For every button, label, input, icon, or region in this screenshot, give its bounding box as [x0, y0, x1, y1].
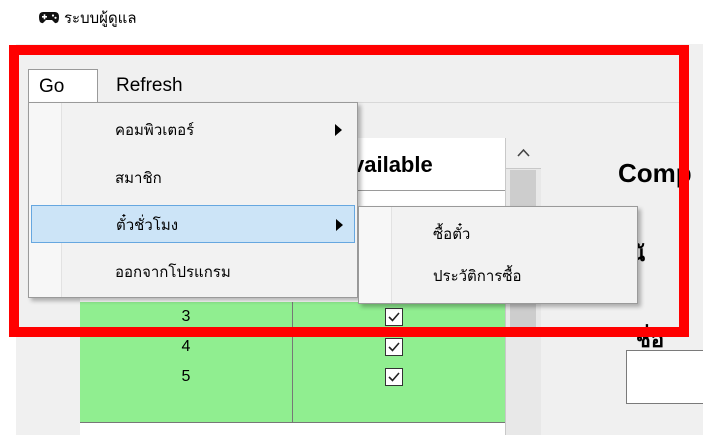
- title-bar: ระบบผู้ดูแล: [0, 0, 703, 44]
- menu-item-buy-ticket[interactable]: ซื้อตั๋ว: [361, 215, 635, 253]
- menu-bar: Go Refresh: [28, 69, 679, 103]
- available-cell[interactable]: [293, 392, 505, 423]
- available-checkbox[interactable]: [385, 368, 403, 386]
- go-dropdown-menu: คอมพิวเตอร์ สมาชิก ตั๋วชั่วโมง ออกจากโปร…: [28, 102, 358, 298]
- menu-item-label: คอมพิวเตอร์: [115, 121, 195, 139]
- name-input[interactable]: [626, 350, 703, 404]
- table-row[interactable]: [80, 392, 505, 423]
- menu-item-purchase-history[interactable]: ประวัติการซื้อ: [361, 257, 635, 295]
- window-title: ระบบผู้ดูแล: [64, 9, 137, 27]
- submenu-arrow-icon: [336, 219, 343, 231]
- available-cell[interactable]: [293, 362, 505, 393]
- menu-item-label: ซื้อตั๋ว: [433, 225, 471, 243]
- menu-item-label: ประวัติการซื้อ: [433, 267, 522, 285]
- menu-item-label: ตั๋วชั่วโมง: [116, 216, 179, 234]
- menu-item-computer[interactable]: คอมพิวเตอร์: [31, 111, 355, 149]
- table-row[interactable]: 5: [80, 362, 505, 393]
- menu-item-label: ออกจากโปรแกรม: [115, 263, 231, 281]
- menu-item-hour-ticket[interactable]: ตั๋วชั่วโมง: [31, 205, 355, 243]
- menu-item-label: สมาชิก: [115, 169, 162, 187]
- menu-item-members[interactable]: สมาชิก: [31, 159, 355, 197]
- available-checkbox[interactable]: [385, 338, 403, 356]
- row-number: 5: [80, 362, 293, 393]
- menu-go[interactable]: Go: [28, 69, 98, 102]
- menu-item-exit[interactable]: ออกจากโปรแกรม: [31, 253, 355, 291]
- row-number: [80, 392, 293, 423]
- submenu-arrow-icon: [335, 124, 342, 136]
- gamepad-icon: [39, 12, 59, 24]
- ticket-submenu: ซื้อตั๋ว ประวัติการซื้อ: [358, 206, 638, 304]
- menu-refresh[interactable]: Refresh: [106, 69, 216, 102]
